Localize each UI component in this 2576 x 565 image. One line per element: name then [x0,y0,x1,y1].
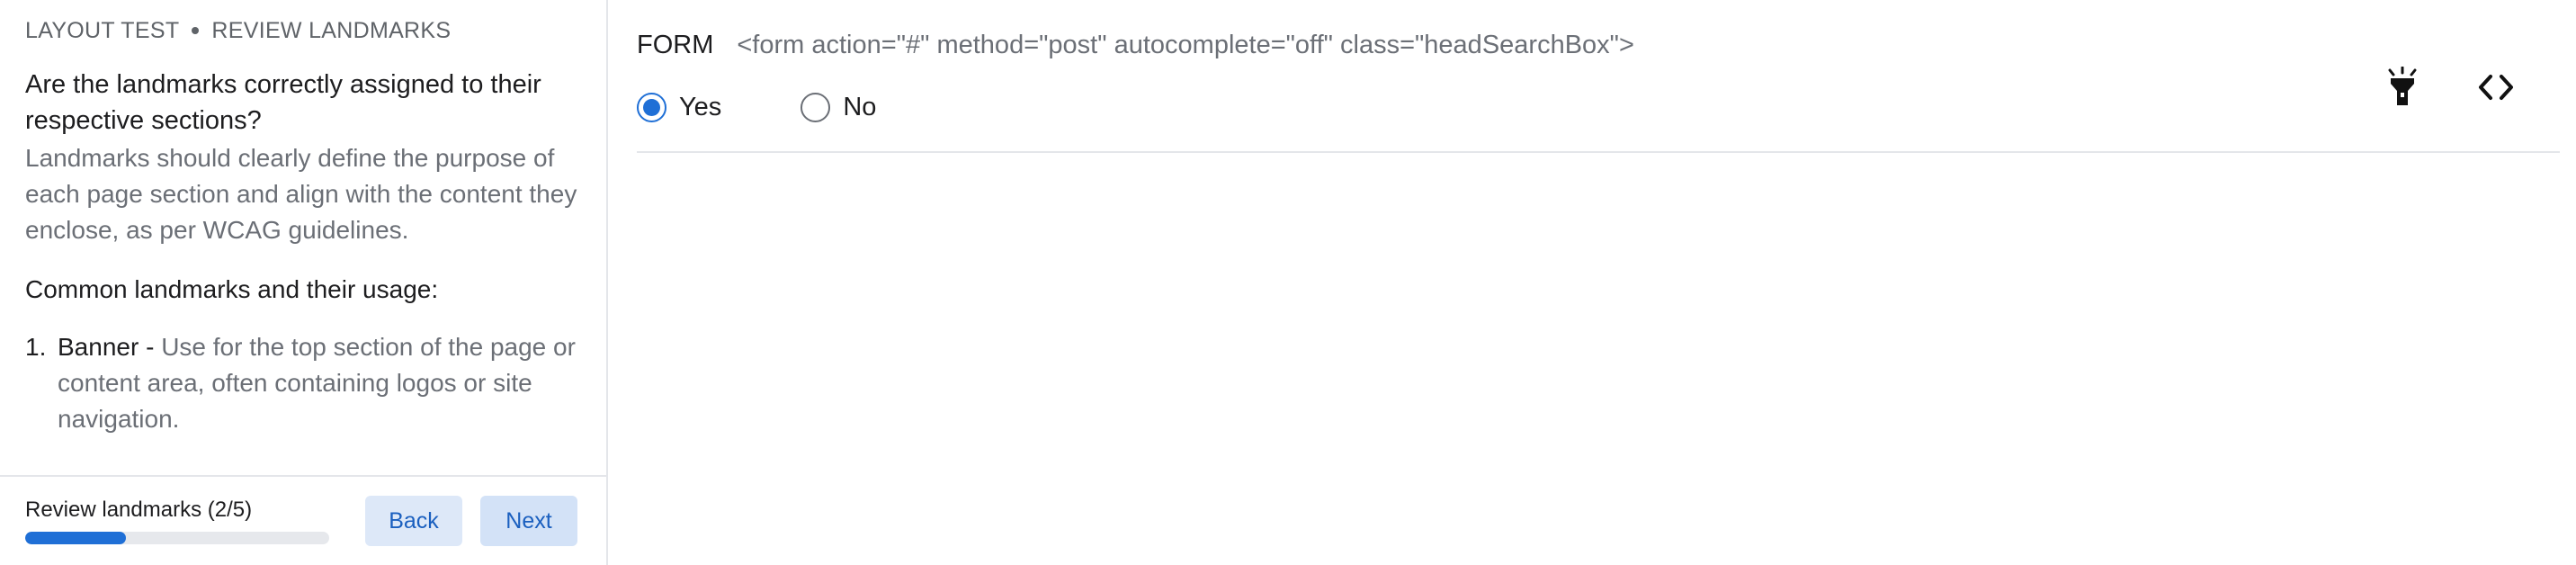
next-button[interactable]: Next [480,496,577,546]
element-review-panel: FORM <form action="#" method="post" auto… [608,0,2576,565]
landmark-separator: - [139,333,162,361]
landmark-term: Banner [58,333,139,361]
element-code-snippet: <form action="#" method="post" autocompl… [737,31,1634,59]
progress-bar [25,532,329,544]
app: LAYOUT TEST REVIEW LANDMARKS Are the lan… [0,0,2576,565]
breadcrumb-separator [192,27,200,34]
code-brackets-icon[interactable] [2473,65,2518,110]
question-description: Landmarks should clearly define the purp… [25,144,577,244]
answer-option-yes[interactable]: Yes [637,93,721,122]
list-item: 1. Banner - Use for the top section of t… [25,329,581,437]
radio-selected-dot [643,99,660,116]
element-tools [2380,65,2518,110]
flashlight-icon[interactable] [2380,65,2425,110]
answer-radio-group: Yes No [637,93,955,122]
landmarks-subheading: Common landmarks and their usage: [25,275,439,303]
list-item-number: 1. [25,333,47,361]
element-info: FORM <form action="#" method="post" auto… [637,31,1634,60]
landmarks-list: 1. Banner - Use for the top section of t… [25,329,581,437]
element-type-label: FORM [637,31,714,59]
question-heading: Are the landmarks correctly assigned to … [25,70,541,135]
instructions-panel: LAYOUT TEST REVIEW LANDMARKS Are the lan… [0,0,608,565]
progress-label: Review landmarks (2/5) [25,498,253,522]
back-button[interactable]: Back [365,496,462,546]
list-item-content: Banner - Use for the top section of the … [58,329,581,437]
breadcrumb-step: REVIEW LANDMARKS [211,17,452,43]
instructions-scroll-area[interactable]: LAYOUT TEST REVIEW LANDMARKS Are the lan… [0,0,606,475]
progress-bar-fill [25,532,126,544]
answer-option-label: No [843,93,877,121]
answer-option-label: Yes [679,93,722,121]
radio-no[interactable] [801,93,831,122]
element-review-header: FORM <form action="#" method="post" auto… [637,0,2560,153]
radio-yes[interactable] [637,93,666,122]
breadcrumb-test: LAYOUT TEST [25,17,180,43]
breadcrumb: LAYOUT TEST REVIEW LANDMARKS [25,18,581,43]
progress-block: Review landmarks (2/5) [25,498,329,544]
answer-option-no[interactable]: No [801,93,876,122]
wizard-footer: Review landmarks (2/5) Back Next [0,475,606,565]
